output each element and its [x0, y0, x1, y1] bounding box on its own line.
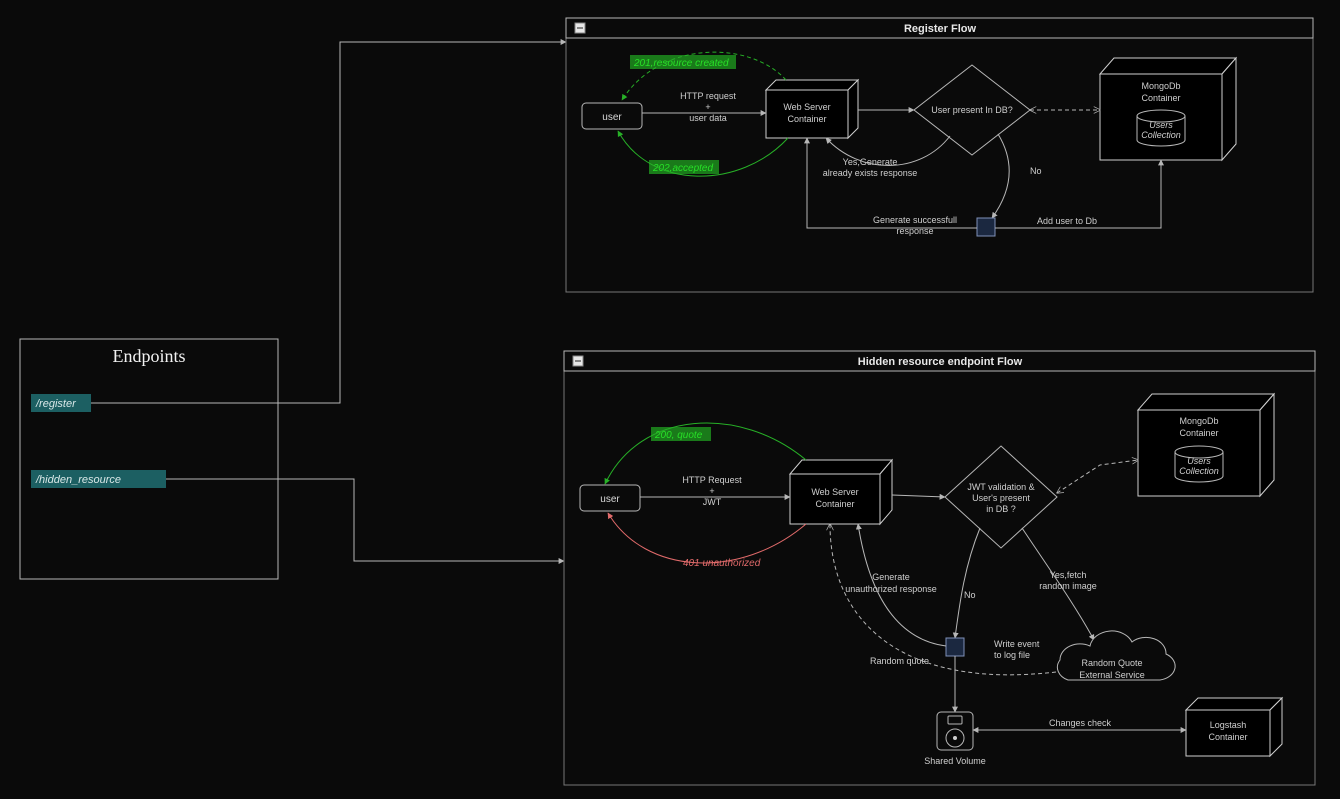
- svg-text:External Service: External Service: [1079, 670, 1145, 680]
- svg-text:Container: Container: [815, 499, 854, 509]
- tag-202: 202,accepted: [649, 160, 719, 174]
- endpoints-panel: Endpoints /register /hidden_resource: [20, 339, 278, 579]
- svg-text:user: user: [600, 494, 620, 505]
- svg-text:User present In DB?: User present In DB?: [931, 105, 1013, 115]
- svg-text:JWT validation &: JWT validation &: [967, 482, 1034, 492]
- svg-text:Random Quote: Random Quote: [1081, 658, 1142, 668]
- node-mongo-register[interactable]: MongoDb Container Users Collection: [1100, 58, 1236, 160]
- svg-text:User's present: User's present: [972, 493, 1030, 503]
- tag-401: 401 unauthorized: [683, 558, 761, 569]
- svg-text:JWT: JWT: [703, 497, 722, 507]
- collapse-icon[interactable]: [575, 23, 585, 33]
- svg-text:in DB ?: in DB ?: [986, 504, 1016, 514]
- node-junction-register: [977, 218, 995, 236]
- svg-text:Collection: Collection: [1141, 130, 1181, 140]
- svg-text:Container: Container: [1141, 93, 1180, 103]
- endpoint-register[interactable]: /register: [31, 394, 91, 412]
- svg-text:/register: /register: [35, 398, 77, 410]
- svg-text:Container: Container: [787, 114, 826, 124]
- svg-text:user: user: [602, 112, 622, 123]
- svg-text:Web Server: Web Server: [783, 102, 830, 112]
- svg-text:Users: Users: [1149, 120, 1173, 130]
- svg-text:Write event: Write event: [994, 639, 1040, 649]
- svg-text:MongoDb: MongoDb: [1141, 81, 1180, 91]
- node-junction-hidden: [946, 638, 964, 656]
- tag-201: 201,resource created: [630, 55, 736, 69]
- svg-text:Container: Container: [1179, 428, 1218, 438]
- svg-text:Generate successfull: Generate successfull: [873, 215, 957, 225]
- svg-text:Logstash: Logstash: [1210, 720, 1247, 730]
- collapse-icon-2[interactable]: [573, 356, 583, 366]
- svg-text:Changes check: Changes check: [1049, 718, 1112, 728]
- svg-text:to log file: to log file: [994, 650, 1030, 660]
- svg-text:MongoDb: MongoDb: [1179, 416, 1218, 426]
- hidden-flow-panel: Hidden resource endpoint Flow user HTTP …: [564, 351, 1315, 785]
- endpoint-hidden[interactable]: /hidden_resource: [31, 470, 166, 488]
- hidden-flow-title: Hidden resource endpoint Flow: [858, 356, 1023, 368]
- svg-text:+: +: [705, 102, 710, 112]
- svg-text:unauthorized response: unauthorized response: [845, 584, 937, 594]
- svg-text:Generate: Generate: [872, 572, 910, 582]
- svg-text:HTTP Request: HTTP Request: [682, 475, 742, 485]
- svg-text:Shared Volume: Shared Volume: [924, 756, 986, 766]
- svg-text:Add user to Db: Add user to Db: [1037, 216, 1097, 226]
- tag-200: 200, quote: [651, 427, 711, 441]
- svg-text:Collection: Collection: [1179, 466, 1219, 476]
- node-mongo-hidden[interactable]: MongoDb Container Users Collection: [1138, 394, 1274, 496]
- svg-text:No: No: [1030, 166, 1042, 176]
- node-logstash[interactable]: Logstash Container: [1186, 698, 1282, 756]
- svg-text:Container: Container: [1208, 732, 1247, 742]
- svg-text:Web Server: Web Server: [811, 487, 858, 497]
- svg-text:Random quote: Random quote: [870, 656, 929, 666]
- svg-text:+: +: [709, 486, 714, 496]
- node-webserver-hidden[interactable]: Web Server Container: [790, 460, 892, 524]
- svg-text:random image: random image: [1039, 581, 1097, 591]
- svg-text:user data: user data: [689, 113, 727, 123]
- svg-text:201,resource created: 201,resource created: [633, 58, 729, 69]
- endpoints-title: Endpoints: [112, 346, 185, 366]
- svg-text:No: No: [964, 590, 976, 600]
- svg-text:/hidden_resource: /hidden_resource: [35, 474, 121, 486]
- svg-text:already exists response: already exists response: [823, 168, 918, 178]
- svg-text:HTTP request: HTTP request: [680, 91, 736, 101]
- diagram-canvas: Endpoints /register /hidden_resource Reg…: [0, 0, 1340, 799]
- register-flow-panel: Register Flow user HTTP request + user d…: [566, 18, 1313, 292]
- svg-text:Yes,Generate: Yes,Generate: [843, 157, 898, 167]
- register-flow-title: Register Flow: [904, 23, 977, 35]
- svg-text:Yes,fetch: Yes,fetch: [1050, 570, 1087, 580]
- edge-endpoints-hidden: [166, 479, 564, 561]
- node-webserver-register[interactable]: Web Server Container: [766, 80, 858, 138]
- svg-text:response: response: [896, 226, 933, 236]
- svg-text:Users: Users: [1187, 456, 1211, 466]
